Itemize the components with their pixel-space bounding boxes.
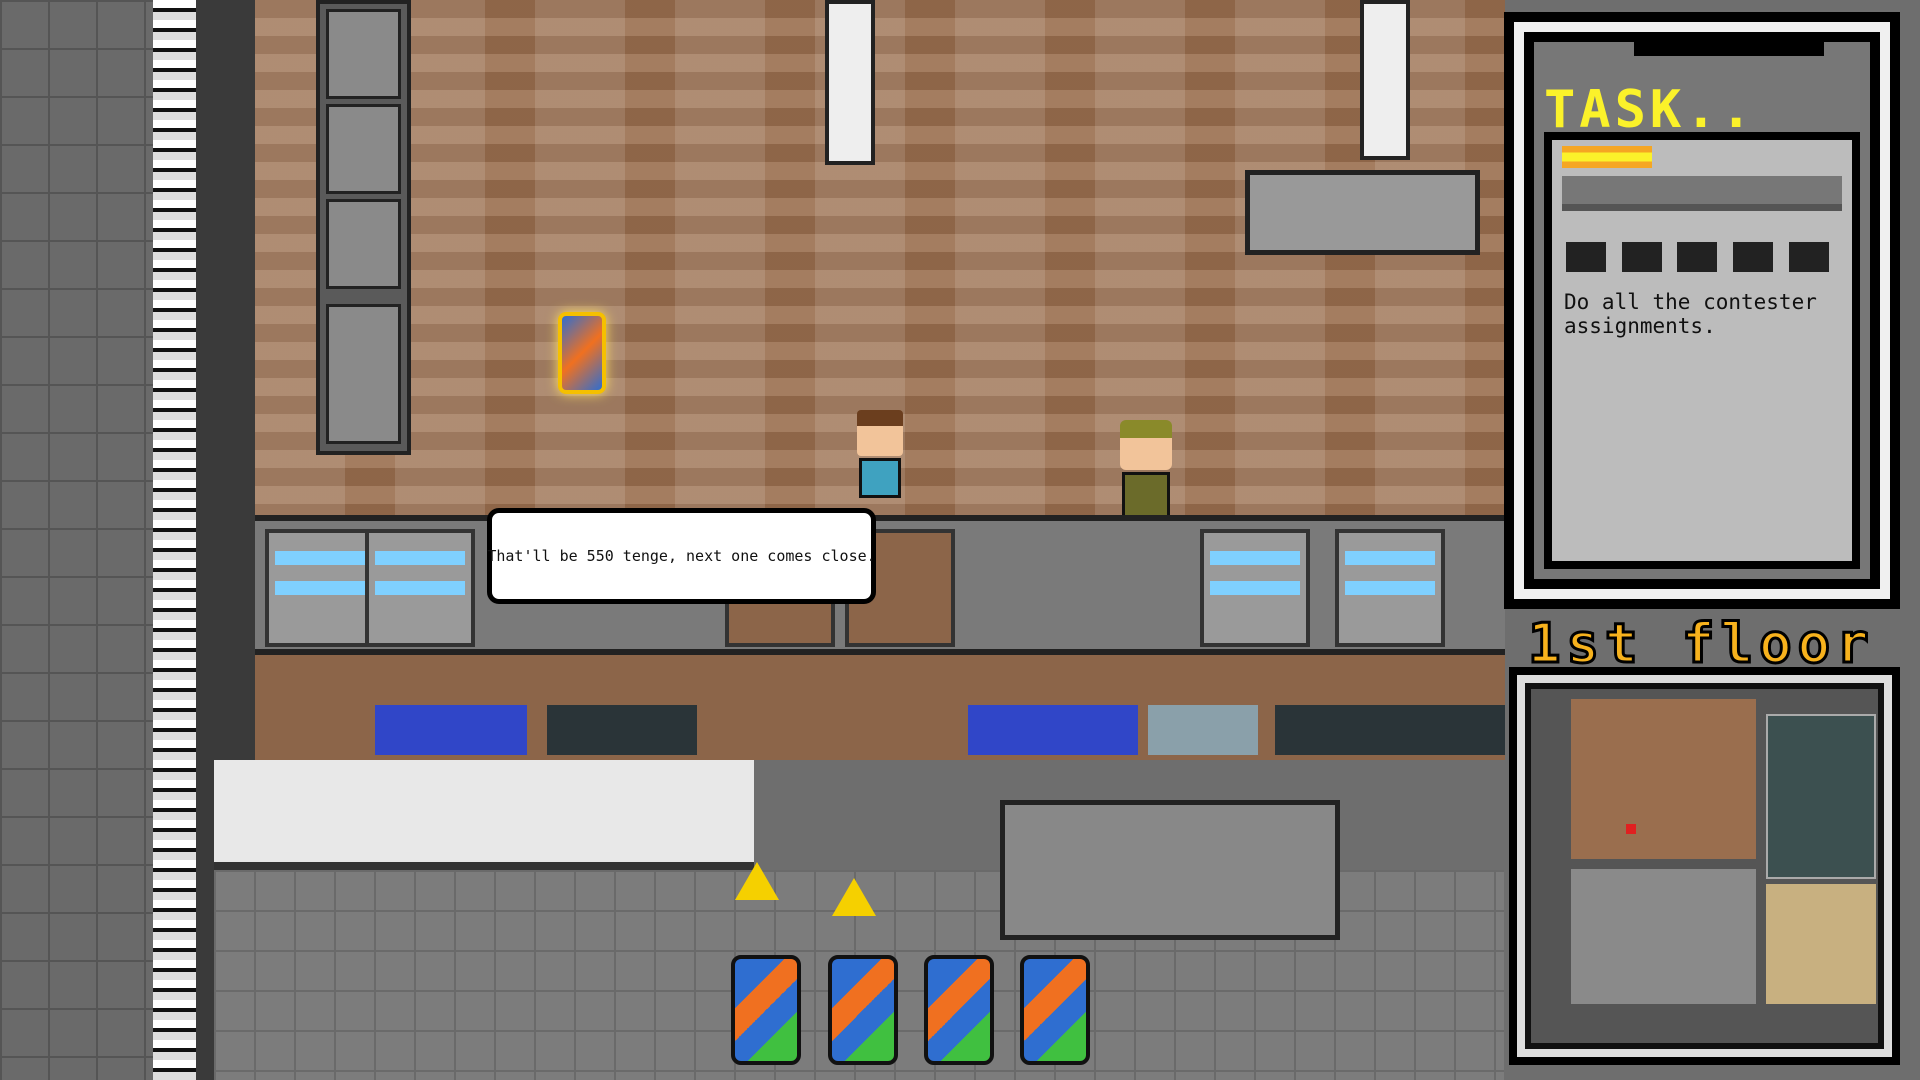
minimap-court [1766, 714, 1876, 879]
energy-drink-can[interactable] [731, 955, 801, 1065]
shop-counter [255, 515, 1505, 655]
energy-drink-can[interactable] [828, 955, 898, 1065]
assignment-slot [1566, 242, 1606, 272]
table [1245, 170, 1480, 255]
lockers [316, 0, 411, 455]
warning-sign-icon [735, 862, 779, 900]
fridge [265, 529, 375, 647]
panel-clip [1634, 42, 1824, 56]
fridge [1200, 529, 1310, 647]
minimap-room [1766, 884, 1876, 1004]
dark-bench [547, 705, 697, 755]
task-description: Do all the contester assignments. [1564, 290, 1817, 338]
pillar [1360, 0, 1410, 160]
locker [326, 199, 401, 289]
locker [326, 9, 401, 99]
left-wall [0, 0, 153, 1080]
fridge [365, 529, 475, 647]
energy-drink-can[interactable] [1020, 955, 1090, 1065]
minimap[interactable] [1509, 667, 1900, 1065]
machine [1000, 800, 1340, 940]
task-panel: TASK.. Do all the contester assignments. [1504, 12, 1900, 609]
task-progress-fill [1562, 146, 1652, 168]
vending-machine[interactable] [326, 304, 401, 444]
pillar [825, 0, 875, 165]
assignment-slot [1733, 242, 1773, 272]
dialogue-text: That'll be 550 tenge, next one comes clo… [487, 547, 876, 565]
minimap-hall [1571, 869, 1756, 1004]
assignment-slot [1789, 242, 1829, 272]
grey-bench [1148, 705, 1258, 755]
fridge [1335, 529, 1445, 647]
blue-bench [968, 705, 1138, 755]
assignment-slot [1622, 242, 1662, 272]
blue-bench [375, 705, 527, 755]
wall-edge [153, 0, 196, 1080]
warning-sign-icon [832, 878, 876, 916]
task-progress-track [1562, 176, 1842, 211]
locker [326, 104, 401, 194]
assignment-slot [1677, 242, 1717, 272]
speech-bubble: That'll be 550 tenge, next one comes clo… [487, 508, 876, 604]
floor-label: 1st floor [1527, 611, 1875, 677]
minimap-cafeteria [1571, 699, 1756, 859]
white-counter [214, 760, 754, 870]
lower-floor-strip [255, 655, 1505, 760]
energy-drink-can[interactable] [924, 955, 994, 1065]
dark-bench [1275, 705, 1505, 755]
glowing-energy-drink-pickup[interactable] [558, 312, 606, 394]
player-marker-icon [1626, 824, 1636, 834]
task-title: TASK.. [1544, 80, 1756, 140]
